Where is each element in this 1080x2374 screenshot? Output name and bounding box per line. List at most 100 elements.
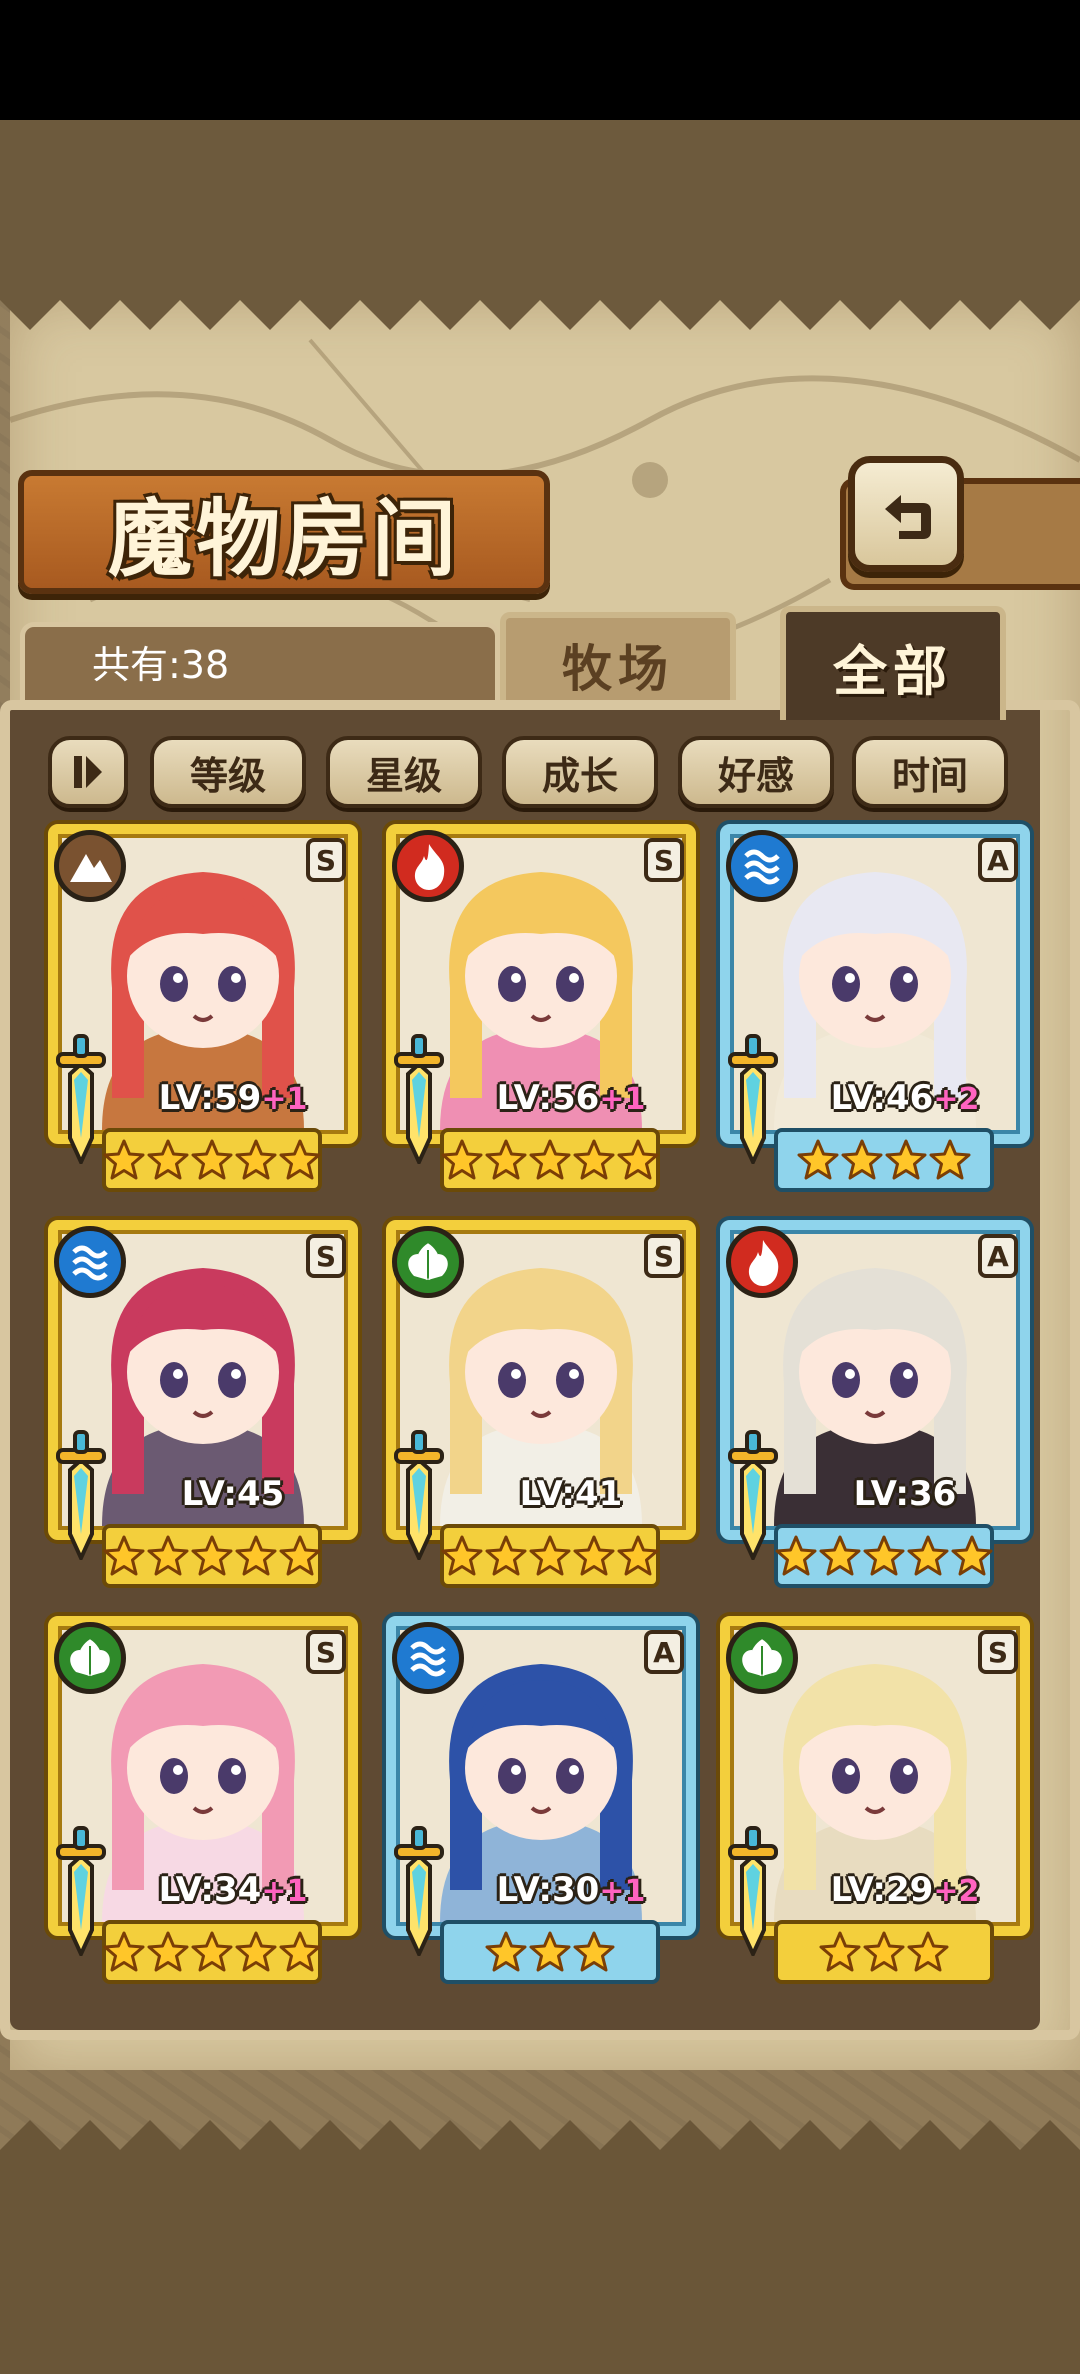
- leaf-icon: [392, 1226, 464, 1298]
- star-icon: [929, 1139, 971, 1180]
- monster-card[interactable]: A LV:36: [720, 1220, 1030, 1590]
- level-bonus: +1: [261, 1082, 308, 1117]
- monster-card[interactable]: S LV:29+2: [720, 1616, 1030, 1986]
- level-bonus: +2: [933, 1874, 980, 1909]
- rank-badge: A: [978, 838, 1018, 882]
- monster-count: 共有:38: [92, 643, 230, 687]
- level-label: LV:41: [456, 1474, 686, 1520]
- star-icon: [841, 1139, 883, 1180]
- star-icon: [103, 1931, 145, 1972]
- level-bonus: +2: [933, 1082, 980, 1117]
- sword-icon: [728, 1430, 778, 1560]
- star-icon: [775, 1535, 817, 1576]
- star-rating: [102, 1922, 322, 1982]
- rank-badge: A: [644, 1630, 684, 1674]
- star-icon: [573, 1931, 615, 1972]
- star-icon: [485, 1139, 527, 1180]
- star-icon: [617, 1535, 659, 1576]
- zigzag-edge-bottom: [0, 2120, 1080, 2170]
- sword-icon: [394, 1430, 444, 1560]
- monster-card[interactable]: S LV:56+1: [386, 824, 696, 1194]
- star-icon: [951, 1535, 993, 1576]
- fire-icon: [392, 830, 464, 902]
- rank-badge: S: [644, 1234, 684, 1278]
- rank-badge: S: [306, 1630, 346, 1674]
- star-icon: [819, 1535, 861, 1576]
- level-bonus: +1: [599, 1082, 646, 1117]
- level-label: LV:45: [118, 1474, 348, 1520]
- sort-by-stars-button[interactable]: 星级: [326, 736, 482, 808]
- star-icon: [279, 1139, 321, 1180]
- star-rating: [440, 1130, 660, 1190]
- title-plate: 魔物房间: [18, 470, 550, 594]
- level-label: LV:56+1: [456, 1078, 686, 1124]
- sort-by-time-button[interactable]: 时间: [852, 736, 1008, 808]
- pause-sort-icon: [74, 756, 102, 788]
- star-icon: [907, 1535, 949, 1576]
- star-icon: [485, 1931, 527, 1972]
- monster-card[interactable]: S LV:45: [48, 1220, 358, 1590]
- tab-farm[interactable]: 牧场: [500, 612, 736, 712]
- bottom-map-strip: [0, 2170, 1080, 2374]
- star-icon: [573, 1139, 615, 1180]
- star-icon: [797, 1139, 839, 1180]
- star-icon: [529, 1535, 571, 1576]
- star-rating: [102, 1526, 322, 1586]
- star-icon: [863, 1535, 905, 1576]
- top-map-strip: [0, 120, 1080, 290]
- star-icon: [279, 1931, 321, 1972]
- sort-by-level-button[interactable]: 等级: [150, 736, 306, 808]
- sword-icon: [394, 1034, 444, 1164]
- status-bar: [0, 0, 1080, 120]
- water-icon: [726, 830, 798, 902]
- rank-badge: S: [306, 838, 346, 882]
- leaf-icon: [54, 1622, 126, 1694]
- level-value: LV:46: [830, 1078, 934, 1118]
- sword-icon: [728, 1826, 778, 1956]
- rank-badge: S: [644, 838, 684, 882]
- tab-all[interactable]: 全部: [780, 606, 1006, 720]
- monster-card[interactable]: A LV:30+1: [386, 1616, 696, 1986]
- level-value: LV:56: [496, 1078, 600, 1118]
- star-rating: [774, 1526, 994, 1586]
- star-rating: [440, 1922, 660, 1982]
- star-icon: [147, 1139, 189, 1180]
- monster-card[interactable]: S LV:59+1: [48, 824, 358, 1194]
- sword-icon: [56, 1826, 106, 1956]
- level-value: LV:34: [158, 1870, 262, 1910]
- level-label: LV:59+1: [118, 1078, 348, 1124]
- sort-order-toggle-button[interactable]: [48, 736, 128, 808]
- monster-card[interactable]: A LV:46+2: [720, 824, 1030, 1194]
- star-icon: [529, 1139, 571, 1180]
- star-rating: [774, 1922, 994, 1982]
- star-icon: [147, 1535, 189, 1576]
- star-icon: [863, 1931, 905, 1972]
- fire-icon: [726, 1226, 798, 1298]
- star-icon: [235, 1535, 277, 1576]
- back-button[interactable]: [848, 456, 964, 572]
- monster-card[interactable]: S LV:34+1: [48, 1616, 358, 1986]
- earth-icon: [54, 830, 126, 902]
- level-value: LV:29: [830, 1870, 934, 1910]
- sword-icon: [394, 1826, 444, 1956]
- level-value: LV:45: [181, 1474, 285, 1514]
- back-arrow-icon: [885, 495, 931, 539]
- page-title: 魔物房间: [107, 488, 460, 588]
- star-rating: [102, 1130, 322, 1190]
- level-value: LV:36: [853, 1474, 957, 1514]
- star-icon: [279, 1535, 321, 1576]
- sort-by-growth-button[interactable]: 成长: [502, 736, 658, 808]
- monster-card[interactable]: S LV:41: [386, 1220, 696, 1590]
- star-rating: [440, 1526, 660, 1586]
- sort-by-affection-button[interactable]: 好感: [678, 736, 834, 808]
- level-label: LV:46+2: [790, 1078, 1020, 1124]
- sword-icon: [728, 1034, 778, 1164]
- star-icon: [485, 1535, 527, 1576]
- star-icon: [103, 1139, 145, 1180]
- star-icon: [819, 1931, 861, 1972]
- star-icon: [529, 1931, 571, 1972]
- star-icon: [885, 1139, 927, 1180]
- water-icon: [54, 1226, 126, 1298]
- water-icon: [392, 1622, 464, 1694]
- star-icon: [191, 1139, 233, 1180]
